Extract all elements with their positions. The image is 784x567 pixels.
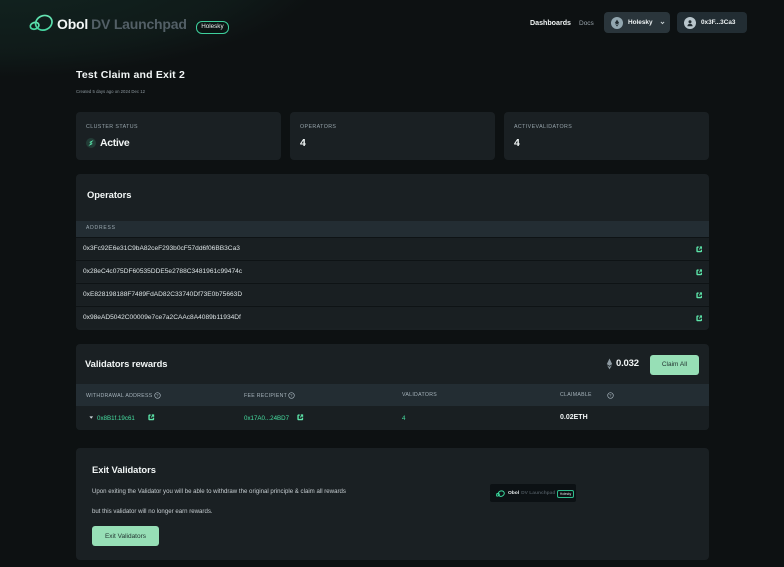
svg-text:?: ?: [290, 393, 293, 398]
svg-text:?: ?: [609, 393, 612, 398]
svg-text:?: ?: [156, 393, 159, 398]
